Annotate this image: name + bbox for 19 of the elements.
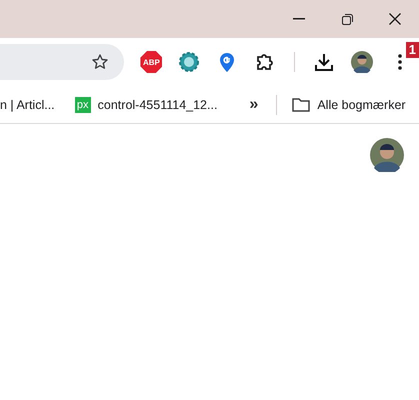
menu-icon — [398, 54, 402, 70]
px-logo-icon: px — [74, 96, 91, 112]
avatar[interactable] — [370, 138, 404, 172]
adblock-extension-button[interactable]: ABP — [132, 43, 170, 81]
more-bookmarks-button[interactable]: » — [245, 96, 262, 114]
puzzle-icon — [256, 53, 274, 71]
close-icon — [389, 13, 401, 25]
all-bookmarks-button[interactable]: Alle bogmærker — [292, 98, 406, 112]
gear-icon — [179, 52, 200, 72]
restore-icon — [342, 14, 352, 24]
bookmark-link[interactable]: n | Articl... — [0, 98, 55, 112]
bookmark-link[interactable]: px control-4551114_12... — [74, 96, 218, 112]
notification-badge: 1 — [406, 42, 419, 58]
pin-icon — [220, 52, 234, 72]
star-icon[interactable] — [92, 54, 108, 70]
avatar[interactable] — [351, 51, 373, 73]
download-icon — [315, 53, 333, 71]
folder-icon — [292, 98, 310, 112]
minimize-icon — [293, 18, 305, 20]
